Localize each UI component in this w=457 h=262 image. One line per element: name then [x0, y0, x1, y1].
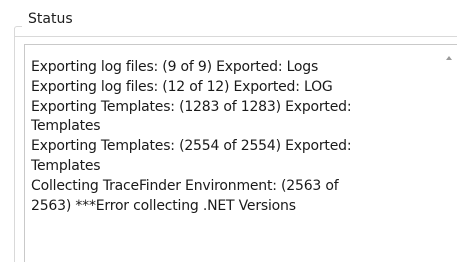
- log-line: Exporting Templates: (2554 of 2554) Expo…: [31, 138, 352, 155]
- group-frame-top-border: [14, 36, 457, 37]
- log-line: 2563) ***Error collecting .NET Versions: [31, 197, 296, 214]
- vertical-scrollbar[interactable]: [439, 45, 457, 262]
- chevron-up-icon[interactable]: [446, 56, 452, 60]
- status-log-text: Exporting log files: (9 of 9) Exported: …: [31, 58, 421, 216]
- log-line: Templates: [31, 157, 101, 174]
- log-line: Exporting log files: (12 of 12) Exported…: [31, 78, 333, 95]
- log-line: Templates: [31, 118, 101, 135]
- log-line: Exporting Templates: (1283 of 1283) Expo…: [31, 98, 352, 115]
- status-panel-screen: { "status": { "title": "Status", "log_li…: [0, 0, 457, 262]
- group-frame-left-border: [14, 28, 15, 262]
- status-group-box: Status Exporting log files: (9 of 9) Exp…: [14, 0, 457, 262]
- status-group-title: Status: [28, 11, 73, 27]
- status-log-textbox[interactable]: Exporting log files: (9 of 9) Exported: …: [24, 44, 457, 262]
- log-line: Exporting log files: (9 of 9) Exported: …: [31, 59, 319, 75]
- log-line: Collecting TraceFinder Environment: (256…: [31, 177, 339, 194]
